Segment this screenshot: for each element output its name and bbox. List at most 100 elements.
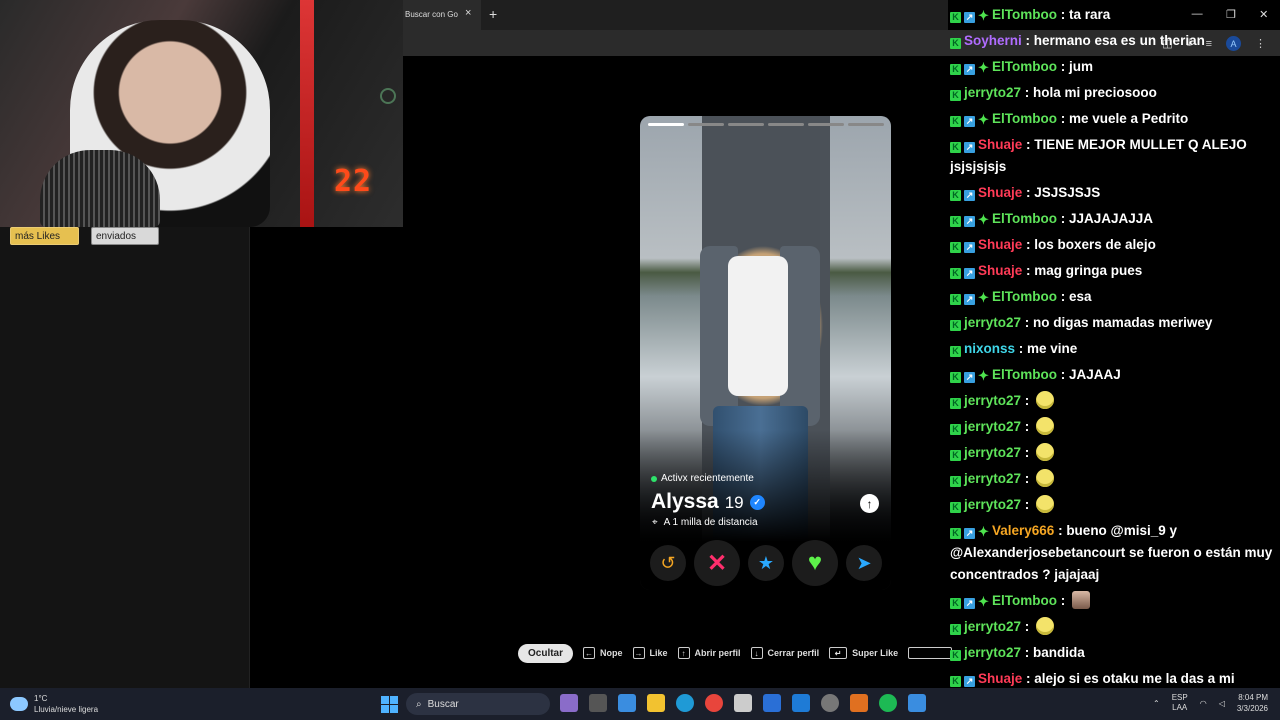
photo-progress-segment[interactable]: [768, 123, 804, 126]
edge-icon[interactable]: [676, 694, 694, 712]
chat-text: JSJSJSJS: [1034, 185, 1101, 200]
chat-username[interactable]: jerryto27: [964, 85, 1021, 100]
chat-username[interactable]: jerryto27: [964, 619, 1021, 634]
clock[interactable]: 8:04 PM 3/3/2026: [1237, 692, 1268, 714]
start-button[interactable]: [381, 696, 398, 713]
chat-message: Kjerryto27 :: [948, 494, 1280, 516]
chat-message: K ↗ ✦ ElTomboo : esa: [948, 286, 1280, 308]
chat-message: K ↗ ✦ ElTomboo : me vuele a Pedrito: [948, 108, 1280, 130]
wifi-icon[interactable]: ◠: [1200, 699, 1207, 708]
photo-progress-segment[interactable]: [848, 123, 884, 126]
chat-separator: :: [1022, 671, 1035, 686]
profile-card[interactable]: Activx recientemente Alyssa 19 ✓ ⌖ A 1 m…: [640, 116, 891, 590]
like-button[interactable]: ♥: [792, 540, 838, 586]
weather-widget[interactable]: 1°C Lluvia/nieve ligera: [10, 693, 98, 715]
chat-message: Knixonss : me vine: [948, 338, 1280, 360]
app-icon[interactable]: [763, 694, 781, 712]
chat-text: JJAJAJAJJA: [1069, 211, 1154, 226]
smile-emote-icon: [1036, 495, 1055, 513]
app-icon[interactable]: [850, 694, 868, 712]
chat-username[interactable]: ElTomboo: [992, 593, 1057, 608]
chevron-up-icon[interactable]: ⌃: [1153, 699, 1160, 708]
shortcut-like: → Like: [632, 647, 668, 659]
online-dot-icon: [651, 475, 657, 482]
chat-username[interactable]: jerryto27: [964, 315, 1021, 330]
kick-badge-icon: K: [950, 142, 961, 153]
chat-username[interactable]: ElTomboo: [992, 367, 1057, 382]
nope-button[interactable]: ✕: [694, 540, 740, 586]
chip-more-likes[interactable]: más Likes: [10, 227, 79, 245]
volume-icon[interactable]: ◁: [1219, 699, 1225, 708]
chat-username[interactable]: jerryto27: [964, 393, 1021, 408]
chat-username[interactable]: ElTomboo: [992, 111, 1057, 126]
chat-username[interactable]: Shuaje: [978, 671, 1022, 686]
tab-close-icon[interactable]: ×: [465, 7, 471, 19]
diamond-badge-icon: ✦: [978, 8, 989, 23]
chat-username[interactable]: Shuaje: [978, 185, 1022, 200]
chat-panel: K ↗ ✦ ElTomboo : ta rara K Soyherni : hermano…: [948, 4, 1280, 688]
profile-name: Alyssa: [651, 490, 719, 513]
chat-username[interactable]: ElTomboo: [992, 7, 1057, 22]
face-emote-icon: [1072, 591, 1090, 609]
chat-username[interactable]: Shuaje: [978, 263, 1022, 278]
sub-badge-icon: ↗: [964, 676, 975, 687]
task-view-icon[interactable]: [589, 694, 607, 712]
chat-username[interactable]: Soyherni: [964, 33, 1022, 48]
app-icon[interactable]: [908, 694, 926, 712]
chat-username[interactable]: Shuaje: [978, 137, 1022, 152]
kick-badge-icon: K: [950, 346, 961, 357]
chrome-icon[interactable]: [705, 694, 723, 712]
chat-username[interactable]: nixonss: [964, 341, 1015, 356]
sub-badge-icon: ↗: [964, 142, 975, 153]
chat-username[interactable]: ElTomboo: [992, 211, 1057, 226]
photo-progress-segment[interactable]: [648, 123, 684, 126]
app-icon[interactable]: [821, 694, 839, 712]
kick-badge-icon: K: [950, 676, 961, 687]
file-explorer-icon[interactable]: [647, 694, 665, 712]
store-icon[interactable]: [734, 694, 752, 712]
photo-progress-segment[interactable]: [688, 123, 724, 126]
kick-badge-icon: K: [950, 268, 961, 279]
chat-message: Kjerryto27 :: [948, 442, 1280, 464]
taskbar-search[interactable]: ⌕ Buscar: [406, 693, 550, 715]
chat-username[interactable]: ElTomboo: [992, 59, 1057, 74]
diamond-badge-icon: ✦: [978, 368, 989, 383]
mail-icon[interactable]: [792, 694, 810, 712]
chat-text: esa: [1069, 289, 1092, 304]
open-profile-button[interactable]: ↑: [860, 494, 879, 513]
distance-text: A 1 milla de distancia: [663, 517, 758, 528]
chip-sent[interactable]: enviados: [91, 227, 159, 245]
kick-badge-icon: K: [950, 190, 961, 201]
chat-text: no digas mamadas meriwey: [1033, 315, 1213, 330]
photo-progress: [648, 123, 884, 126]
chat-username[interactable]: jerryto27: [964, 645, 1021, 660]
photo-progress-segment[interactable]: [808, 123, 844, 126]
chat-username[interactable]: jerryto27: [964, 445, 1021, 460]
chat-username[interactable]: jerryto27: [964, 471, 1021, 486]
spotify-icon[interactable]: [879, 694, 897, 712]
webcam-overlay: 22: [0, 0, 403, 227]
tab-title: Buscar con Go: [405, 10, 458, 19]
chat-username[interactable]: ElTomboo: [992, 289, 1057, 304]
shortcut-open-profile: ↑ Abrir perfil: [677, 647, 741, 659]
chat-username[interactable]: jerryto27: [964, 419, 1021, 434]
rewind-button[interactable]: ↺: [650, 545, 686, 581]
chat-message: Kjerryto27 :: [948, 416, 1280, 438]
taskbar-apps: [560, 694, 926, 712]
photo-progress-segment[interactable]: [728, 123, 764, 126]
send-button[interactable]: ➤: [846, 545, 882, 581]
chat-username[interactable]: Shuaje: [978, 237, 1022, 252]
app-icon[interactable]: [560, 694, 578, 712]
arrow-left-key-icon: ←: [583, 647, 596, 659]
language-indicator[interactable]: ESP LAA: [1172, 693, 1188, 713]
hide-shortcuts-button[interactable]: Ocultar: [518, 643, 574, 663]
app-icon[interactable]: [618, 694, 636, 712]
chat-separator: :: [1021, 471, 1034, 486]
new-tab-icon[interactable]: +: [489, 6, 497, 22]
kick-badge-icon: K: [950, 242, 961, 253]
active-status-text: Activx recientemente: [661, 473, 754, 484]
chat-username[interactable]: jerryto27: [964, 497, 1021, 512]
chat-username[interactable]: Valery666: [992, 523, 1054, 538]
super-like-button[interactable]: ★: [748, 545, 784, 581]
arrow-right-key-icon: →: [632, 647, 645, 659]
